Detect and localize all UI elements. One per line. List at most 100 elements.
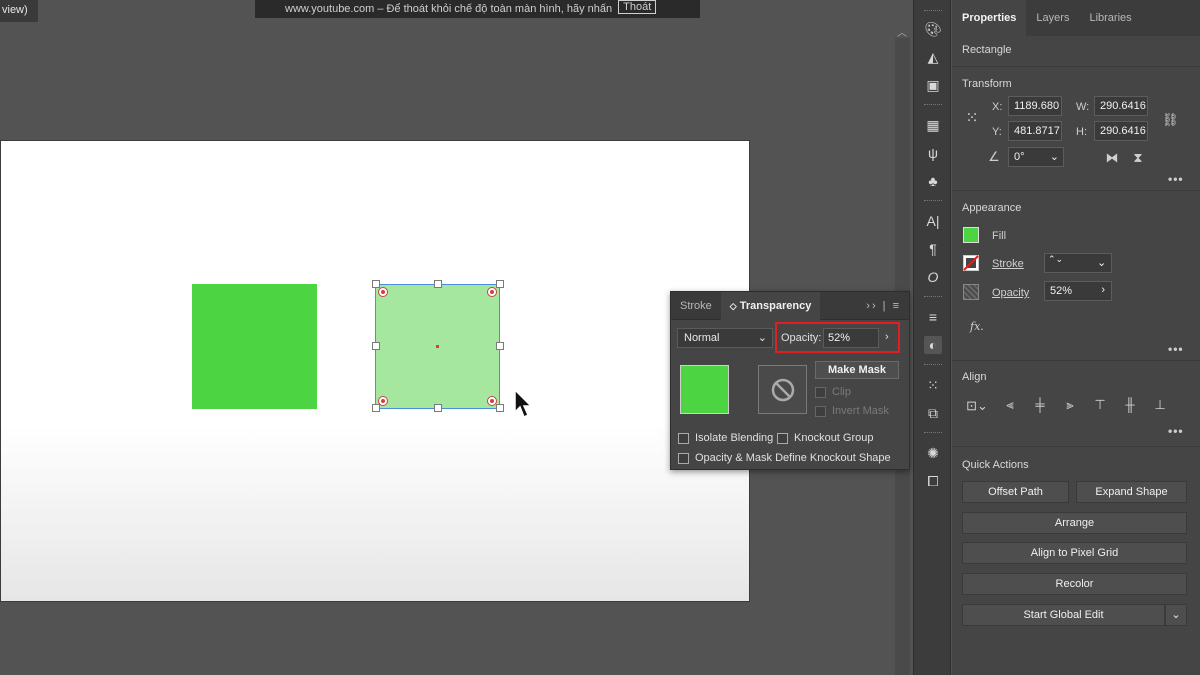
strip-grip — [924, 296, 942, 298]
strip-grip — [924, 104, 942, 106]
global-edit-options-chevron-icon[interactable]: ⌄ — [1165, 604, 1187, 626]
color-guide-icon[interactable]: ◭ — [924, 48, 942, 66]
stepper-icon[interactable]: ⌃⌄ — [1048, 254, 1063, 265]
blend-mode-value: Normal — [684, 332, 720, 344]
rotate-angle-field[interactable]: 0° ⌄ — [1008, 147, 1064, 167]
corner-radius-widget[interactable] — [487, 287, 497, 297]
align-pixel-grid-button[interactable]: Align to Pixel Grid — [962, 542, 1187, 564]
stroke-icon[interactable]: ≡ — [924, 308, 942, 326]
selection-handle[interactable] — [496, 404, 504, 412]
stroke-link[interactable]: Stroke — [992, 258, 1024, 270]
selection-handle[interactable] — [496, 342, 504, 350]
invert-mask-checkbox[interactable]: Invert Mask — [815, 405, 889, 417]
tab-properties[interactable]: Properties — [952, 0, 1027, 36]
rotate-angle-value: 0° — [1014, 151, 1025, 163]
align-horizontal-center-icon[interactable]: ╪ — [1032, 397, 1048, 412]
align-left-icon[interactable]: ⫷ — [1002, 397, 1018, 413]
start-global-edit-button[interactable]: Start Global Edit — [962, 604, 1165, 626]
selection-handle[interactable] — [434, 280, 442, 288]
quick-actions-title: Quick Actions — [962, 459, 1029, 471]
clip-label: Clip — [832, 386, 851, 398]
blend-mode-select[interactable]: Normal ⌄ — [677, 328, 773, 348]
selection-handle[interactable] — [372, 342, 380, 350]
reference-point-icon[interactable]: ⁙ — [962, 108, 982, 128]
align-bottom-icon[interactable]: ⊥ — [1152, 397, 1168, 413]
transform-icon[interactable]: ⁙ — [924, 376, 942, 394]
appearance-opacity-field[interactable]: 52% › — [1044, 281, 1112, 301]
strip-grip — [924, 432, 942, 434]
knockout-group-checkbox[interactable]: Knockout Group — [777, 432, 874, 444]
transparency-icon[interactable]: ◐ — [924, 336, 942, 354]
green-square-opaque[interactable] — [192, 284, 317, 409]
opacity-link[interactable]: Opacity — [992, 287, 1029, 299]
gradient-icon[interactable]: ▣ — [924, 76, 942, 94]
chevron-right-icon[interactable]: › — [885, 331, 889, 343]
tab-transparency[interactable]: ◇ Transparency — [720, 291, 821, 320]
flip-horizontal-icon[interactable]: ⧓ — [1104, 150, 1120, 166]
y-field[interactable]: 481.8717 — [1008, 121, 1062, 141]
opacity-icon — [963, 284, 979, 300]
align-to-selection-icon[interactable]: ⊡⌄ — [966, 398, 988, 414]
w-field[interactable]: 290.6416 — [1094, 96, 1148, 116]
more-options-icon[interactable]: ••• — [1168, 342, 1184, 356]
flip-vertical-icon[interactable]: ⧗ — [1130, 150, 1146, 166]
appearance-title: Appearance — [962, 202, 1022, 214]
corner-radius-widget[interactable] — [378, 396, 388, 406]
constrain-proportions-icon[interactable]: ⛓ — [1162, 112, 1179, 128]
character-icon[interactable]: A| — [924, 212, 942, 230]
arrange-button[interactable]: Arrange — [962, 512, 1187, 534]
isolate-blending-label: Isolate Blending — [695, 432, 774, 444]
panel-menu-icon[interactable]: ›› | ≡ — [866, 300, 909, 312]
selection-handle[interactable] — [496, 280, 504, 288]
artboards-icon[interactable]: ⧠ — [924, 472, 942, 490]
expand-shape-button[interactable]: Expand Shape — [1076, 481, 1187, 503]
tab-layers[interactable]: Layers — [1026, 0, 1079, 36]
offset-path-button[interactable]: Offset Path — [962, 481, 1069, 503]
align-top-icon[interactable]: ⊤ — [1092, 397, 1108, 413]
opacity-input[interactable]: 52% — [823, 328, 879, 348]
transparency-panel-header: Stroke ◇ Transparency ›› | ≡ — [671, 291, 909, 320]
tab-stroke[interactable]: Stroke — [671, 292, 721, 320]
swatches-icon[interactable]: ▦ — [924, 116, 942, 134]
object-thumbnail[interactable] — [680, 365, 729, 414]
fill-label: Fill — [992, 230, 1007, 242]
recolor-button[interactable]: Recolor — [962, 573, 1187, 595]
opacity-mask-knockout-checkbox[interactable]: Opacity & Mask Define Knockout Shape — [678, 452, 891, 464]
stroke-weight-field[interactable]: ⌃⌄ ⌄ — [1044, 253, 1112, 273]
fx-effects-button[interactable]: fx. — [970, 320, 984, 333]
color-palette-icon[interactable]: 🎨︎ — [924, 20, 942, 38]
more-options-icon[interactable]: ••• — [1168, 424, 1184, 438]
x-field[interactable]: 1189.680 — [1008, 96, 1062, 116]
h-field[interactable]: 290.6416 — [1094, 121, 1148, 141]
fill-swatch[interactable] — [963, 227, 979, 243]
mask-thumbnail[interactable] — [758, 365, 807, 414]
corner-radius-widget[interactable] — [378, 287, 388, 297]
stroke-none-swatch-icon[interactable] — [963, 255, 979, 271]
chevron-down-icon: ⌄ — [757, 332, 767, 344]
scroll-up-icon[interactable]: ︿ — [897, 24, 907, 39]
pathfinder-icon[interactable]: ⧉ — [924, 404, 942, 422]
selection-handle[interactable] — [372, 404, 380, 412]
selection-handle[interactable] — [434, 404, 442, 412]
w-label: W: — [1076, 101, 1090, 113]
opentype-icon[interactable]: O — [924, 268, 942, 286]
knockout-group-label: Knockout Group — [794, 432, 874, 444]
appearance-icon[interactable]: ✺ — [924, 444, 942, 462]
chevron-down-icon: ⌄ — [1097, 257, 1107, 269]
brushes-icon[interactable]: ψ — [924, 144, 942, 162]
checkbox-box — [777, 432, 788, 444]
more-options-icon[interactable]: ••• — [1168, 172, 1184, 186]
symbols-icon[interactable]: ♣ — [924, 172, 942, 190]
make-mask-button[interactable]: Make Mask — [815, 361, 899, 379]
align-vertical-center-icon[interactable]: ╫ — [1122, 397, 1138, 412]
corner-radius-widget[interactable] — [487, 396, 497, 406]
tab-libraries[interactable]: Libraries — [1079, 0, 1141, 36]
isolate-blending-checkbox[interactable]: Isolate Blending — [678, 432, 773, 444]
document-tab[interactable]: view) — [0, 0, 38, 22]
selection-handle[interactable] — [372, 280, 380, 288]
paragraph-icon[interactable]: ¶ — [924, 240, 942, 258]
clip-checkbox[interactable]: Clip — [815, 386, 851, 398]
exit-fullscreen-button[interactable]: Thoát — [618, 0, 657, 14]
center-point — [436, 345, 439, 348]
align-right-icon[interactable]: ⫸ — [1062, 397, 1078, 413]
